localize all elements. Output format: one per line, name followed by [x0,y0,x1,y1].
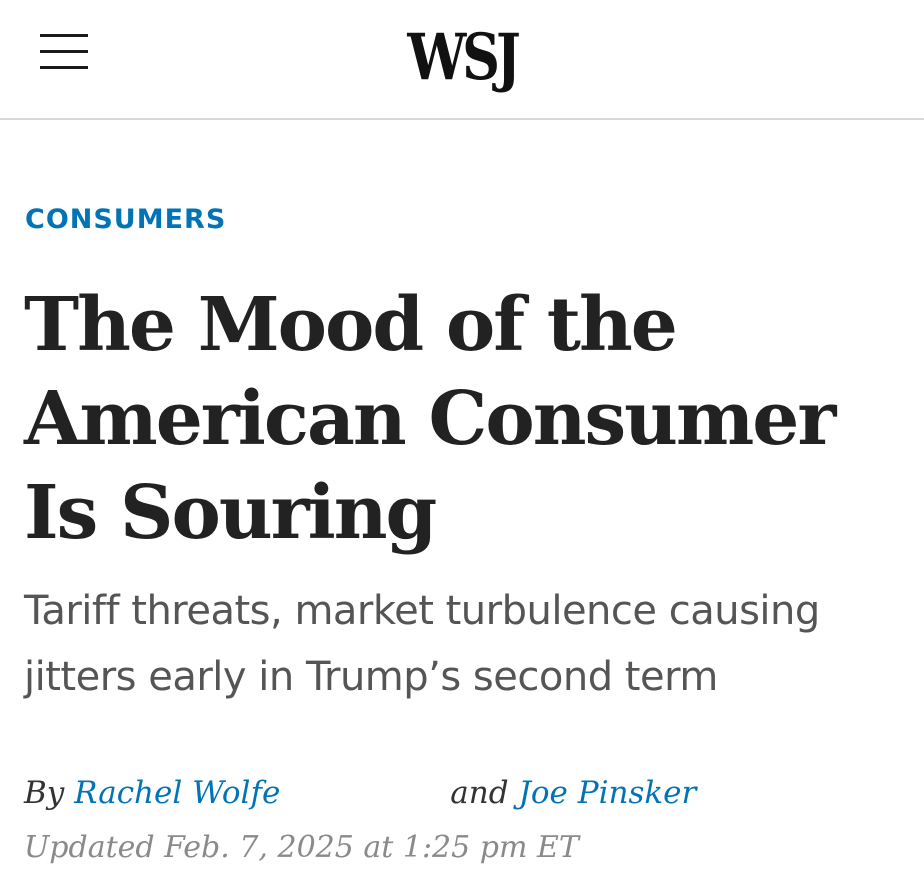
author-link-joe-pinsker[interactable]: Joe Pinsker [518,775,696,811]
byline-conjunction: and [450,775,509,811]
author-link-rachel-wolfe[interactable]: Rachel Wolfe [74,775,280,811]
menu-line [40,50,88,53]
menu-line [40,66,88,69]
article-dek: Tariff threats, market turbulence causin… [24,588,820,700]
byline-prefix: By [24,775,65,811]
wsj-logo[interactable]: WSJ [83,18,841,98]
byline: By Rachel Wolfe and Joe Pinsker [24,770,696,816]
site-header: WSJ [0,0,924,120]
section-label-consumers[interactable]: CONSUMERS [25,203,226,237]
article-headline: The Mood of the American Consumer Is Sou… [24,282,836,556]
article-timestamp: Updated Feb. 7, 2025 at 1:25 pm ET [24,830,579,865]
menu-line [40,34,88,37]
